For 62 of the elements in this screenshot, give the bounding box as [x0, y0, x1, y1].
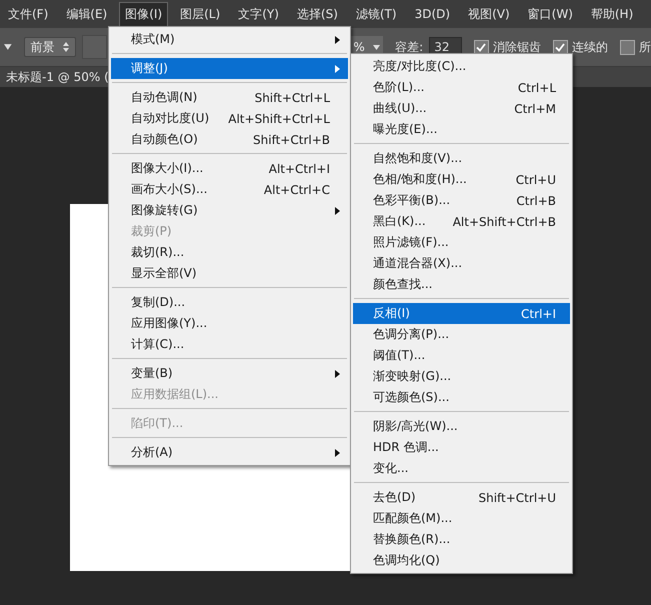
menu-item[interactable]: 阈值(T)... [353, 345, 570, 366]
menu-item[interactable]: 画布大小(S)... Alt+Ctrl+C [111, 179, 348, 200]
menu-title[interactable]: 图层(L) [174, 2, 226, 26]
menu-item[interactable]: 颜色查找... [353, 274, 570, 295]
menu-item[interactable]: 通道混合器(X)... [353, 253, 570, 274]
checkbox-label: 消除锯齿 [492, 38, 541, 56]
menu-title[interactable]: 帮助(H) [584, 2, 640, 26]
checkbox[interactable] [620, 40, 635, 54]
menu-title[interactable]: 文字(Y) [232, 2, 285, 26]
menu-item[interactable]: 变量(B) [111, 363, 348, 384]
menu-title[interactable]: 编辑(E) [60, 2, 114, 26]
menu-item[interactable]: 复制(D)... [111, 292, 348, 313]
menu-title[interactable]: 3D(D) [408, 3, 456, 25]
caret-icon[interactable] [4, 44, 12, 50]
menu-item[interactable]: 调整(J) [111, 58, 348, 79]
menu-item[interactable]: 色阶(L)... Ctrl+L [353, 77, 570, 98]
menu-item[interactable]: 应用图像(Y)... [111, 313, 348, 334]
menu-item[interactable]: 自动颜色(O) Shift+Ctrl+B [111, 129, 348, 150]
menu-item[interactable]: 去色(D) Shift+Ctrl+U [353, 487, 570, 508]
menu-item[interactable]: 自动色调(N) Shift+Ctrl+L [111, 87, 348, 108]
menu-item[interactable]: 渐变映射(G)... [353, 366, 570, 387]
menu-item[interactable]: 阴影/高光(W)... [353, 416, 570, 437]
menu-item[interactable]: 色相/饱和度(H)... Ctrl+U [353, 169, 570, 190]
menu-item[interactable]: 色调均化(Q) [353, 550, 570, 571]
menu-item[interactable]: 可选颜色(S)... [353, 387, 570, 408]
document-tab[interactable]: 未标题-1 @ 50% ( [6, 68, 109, 86]
menu-item[interactable]: 亮度/对比度(C)... [353, 56, 570, 77]
menu-item[interactable]: 照片滤镜(F)... [353, 232, 570, 253]
tolerance-label: 容差: [395, 38, 424, 56]
menu-item[interactable]: 裁切(R)... [111, 242, 348, 263]
menu-item[interactable]: 自动对比度(U) Alt+Shift+Ctrl+L [111, 108, 348, 129]
menu-title[interactable]: 文件(F) [2, 2, 54, 26]
menu-title[interactable]: 视图(V) [462, 2, 516, 26]
menu-item[interactable]: HDR 色调... [353, 437, 570, 458]
menu-item[interactable]: 图像大小(I)... Alt+Ctrl+I [111, 158, 348, 179]
menu-item[interactable]: 匹配颜色(M)... [353, 508, 570, 529]
swatch-field[interactable] [82, 35, 107, 59]
menu-item[interactable]: 图像旋转(G) [111, 200, 348, 221]
menu-item[interactable]: 曝光度(E)... [353, 119, 570, 140]
checkbox-label: 连续的 [572, 38, 608, 56]
caret-icon [373, 44, 380, 50]
menu-title[interactable]: 窗口(W) [522, 2, 579, 26]
checkbox-label: 所 [638, 38, 651, 56]
menu-item[interactable]: 色调分离(P)... [353, 324, 570, 345]
menu-item[interactable]: 模式(M) [111, 29, 348, 50]
checkbox[interactable] [552, 40, 568, 54]
updown-icon [62, 42, 69, 52]
menu-title[interactable]: 滤镜(T) [350, 2, 403, 26]
menu-item[interactable]: 曲线(U)... Ctrl+M [353, 98, 570, 119]
menu-item[interactable]: 反相(I) Ctrl+I [353, 303, 570, 324]
menu-item[interactable]: 色彩平衡(B)... Ctrl+B [353, 190, 570, 211]
menu-item[interactable]: 显示全部(V) [111, 263, 348, 284]
menu-item[interactable]: 计算(C)... [111, 334, 348, 355]
source-select[interactable]: 前景 [24, 37, 76, 57]
menu-item[interactable]: 黑白(K)... Alt+Shift+Ctrl+B [353, 211, 570, 232]
menu-title[interactable]: 选择(S) [290, 2, 344, 26]
menu-item[interactable]: 自然饱和度(V)... [353, 148, 570, 169]
menu-item[interactable]: 替换颜色(R)... [353, 529, 570, 550]
menu-item[interactable]: 分析(A) [111, 442, 348, 463]
menu-item[interactable]: 变化... [353, 458, 570, 479]
menu-title[interactable]: 图像(I) [119, 2, 168, 26]
checkbox[interactable] [474, 40, 489, 54]
